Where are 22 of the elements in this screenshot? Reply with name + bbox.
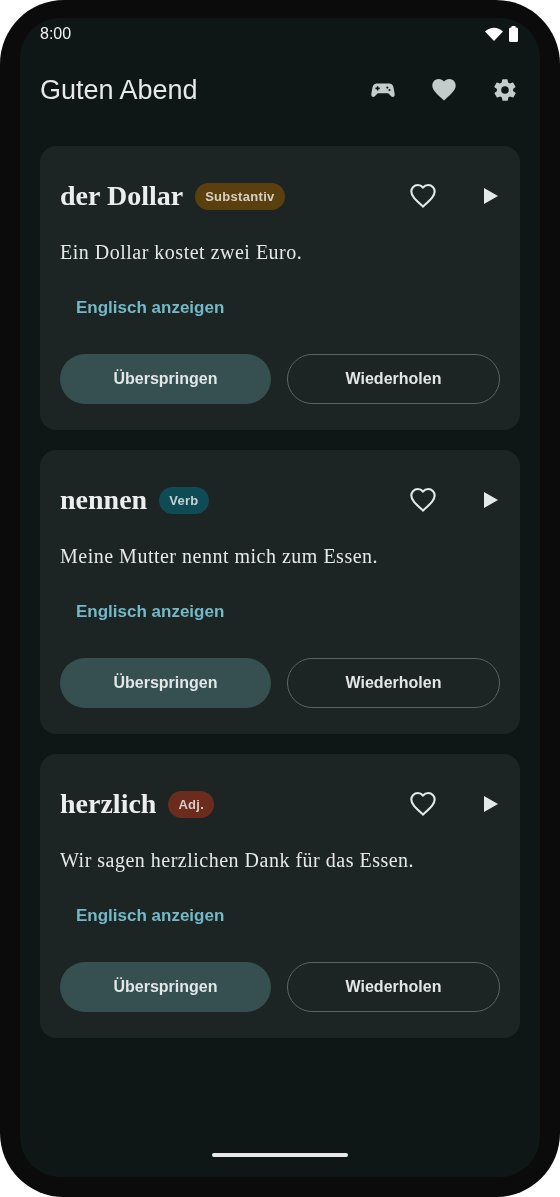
battery-icon xyxy=(509,26,518,42)
repeat-button[interactable]: Wiederholen xyxy=(287,658,500,708)
wifi-icon xyxy=(485,27,503,41)
example-sentence: Wir sagen herzlichen Dank für das Essen. xyxy=(60,848,416,874)
show-english-link[interactable]: Englisch anzeigen xyxy=(60,592,241,632)
show-english-link[interactable]: Englisch anzeigen xyxy=(60,288,241,328)
skip-button[interactable]: Überspringen xyxy=(60,658,271,708)
headword: der Dollar xyxy=(60,180,184,212)
word-type-tag: Adj. xyxy=(168,790,215,818)
skip-button[interactable]: Überspringen xyxy=(60,962,271,1012)
status-time: 8:00 xyxy=(40,25,72,43)
word-type-tag: Verb xyxy=(159,486,209,514)
skip-button[interactable]: Überspringen xyxy=(60,354,271,404)
example-sentence: Ein Dollar kostet zwei Euro. xyxy=(60,240,304,265)
repeat-button[interactable]: Wiederholen xyxy=(287,354,500,404)
headword: nennen xyxy=(60,484,148,516)
example-sentence: Meine Mutter nennt mich zum Essen. xyxy=(60,544,380,569)
show-english-link[interactable]: Englisch anzeigen xyxy=(60,896,241,936)
app-title: Guten Abend xyxy=(40,74,199,106)
word-type-tag: Substantiv xyxy=(195,182,285,210)
repeat-button[interactable]: Wiederholen xyxy=(287,962,500,1012)
headword: herzlich xyxy=(60,788,157,820)
